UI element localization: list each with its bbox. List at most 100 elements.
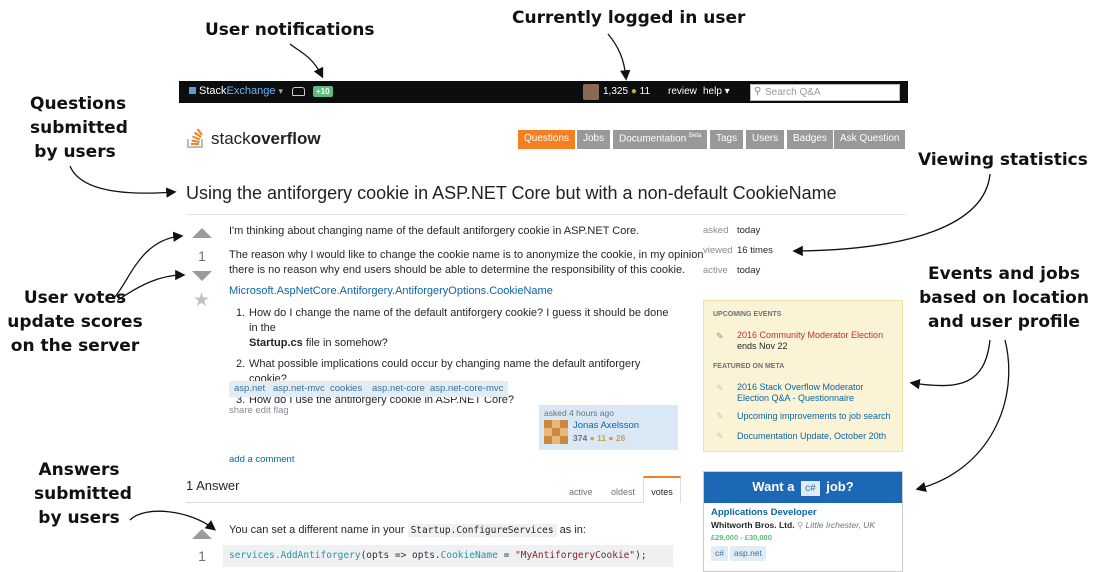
tag-asp-net[interactable]: asp.net	[229, 381, 271, 397]
annotation-answers: Answers submitted by users	[34, 458, 132, 530]
tag-asp-net-core-mvc[interactable]: asp.net-core-mvc	[425, 381, 509, 397]
chevron-down-icon: ▾	[278, 86, 284, 96]
arrow-answers	[129, 510, 217, 531]
stat-asked-label: asked	[703, 225, 729, 236]
annotation-events-jobs: Events and jobs based on location and us…	[916, 262, 1092, 334]
answer-code-block: services.AddAntiforgery(opts => opts.Coo…	[223, 545, 673, 567]
user-avatar[interactable]	[544, 420, 568, 444]
docs-link[interactable]: Microsoft.AspNetCore.Antiforgery.Antifor…	[229, 284, 553, 299]
annotation-user-notifications: User notifications	[205, 20, 375, 40]
meta-icon: ✎	[716, 411, 724, 421]
nav-badges[interactable]: Badges	[787, 130, 833, 149]
question-title[interactable]: Using the antiforgery cookie in ASP.NET …	[186, 183, 837, 204]
meta-link[interactable]: Documentation Update, October 20th	[737, 431, 897, 442]
meta-icon: ✎	[716, 431, 724, 441]
nav-ask-question[interactable]: Ask Question	[834, 130, 906, 149]
search-input[interactable]: ⚲ Search Q&A	[750, 84, 900, 101]
answer-score: 1	[198, 548, 206, 564]
code-string: "MyAntiforgeryCookie"	[515, 550, 636, 561]
tab-votes[interactable]: votes	[643, 476, 681, 503]
post-menu[interactable]: share edit flag	[229, 405, 289, 416]
upcoming-events-heading: UPCOMING EVENTS	[713, 311, 782, 318]
nav-jobs[interactable]: Jobs	[577, 130, 611, 149]
logo-text-stack: stack	[211, 129, 251, 148]
featured-meta-heading: FEATURED ON META	[713, 363, 785, 370]
stackoverflow-logo-icon	[187, 128, 203, 148]
inbox-icon[interactable]	[292, 87, 305, 96]
annotation-line: submitted	[34, 484, 132, 504]
answer-text-b: as in:	[559, 524, 586, 536]
job-location: Little Irchester, UK	[805, 520, 875, 530]
user-name[interactable]: Jonas Axelsson	[573, 420, 639, 431]
annotation-line: and user profile	[928, 312, 1080, 332]
avatar[interactable]	[583, 84, 599, 100]
stat-viewed-value: 16 times	[737, 245, 773, 256]
stackexchange-menu[interactable]: StackExchange ▾	[189, 85, 283, 97]
arrow-jobs	[915, 339, 1010, 493]
jobs-job: job?	[826, 479, 854, 494]
reputation-indicator[interactable]: 1,325 ● 11	[603, 86, 650, 97]
meta-link[interactable]: Upcoming improvements to job search	[737, 411, 897, 422]
nav-users[interactable]: Users	[746, 130, 785, 149]
answer-inline-code: Startup.ConfigureServices	[407, 524, 557, 537]
stat-active-value: today	[737, 265, 761, 276]
meta-icon: ✎	[716, 383, 724, 393]
list-number: 2.	[236, 358, 246, 370]
list-number: 1.	[236, 307, 246, 319]
annotation-line: by users	[38, 508, 120, 528]
tag-cookies[interactable]: cookies	[325, 381, 368, 397]
tag-asp-net-core[interactable]: asp.net-core	[367, 381, 430, 397]
meta-link-line: 2016 Stack Overflow Moderator	[737, 382, 864, 392]
downvote-button[interactable]	[192, 271, 212, 281]
answer-upvote-button[interactable]	[192, 529, 212, 539]
list-text-bold: Startup.cs	[249, 337, 303, 349]
logo-text-overflow: overflow	[250, 129, 321, 148]
answer-text: You can set a different name in your Sta…	[229, 524, 586, 537]
stackexchange-icon	[189, 87, 196, 94]
event-link[interactable]: 2016 Community Moderator Election ends N…	[737, 330, 897, 352]
review-link[interactable]: review	[668, 86, 697, 97]
add-comment-link[interactable]: add a comment	[229, 454, 294, 465]
arrow-events	[909, 339, 991, 390]
favorite-star-icon[interactable]: ★	[193, 289, 210, 312]
search-placeholder: Search Q&A	[765, 87, 821, 98]
job-tag[interactable]: asp.net	[730, 546, 766, 561]
code-eq: =	[497, 550, 516, 561]
job-tag[interactable]: c#	[711, 546, 728, 561]
brand-stack: Stack	[199, 85, 227, 97]
annotation-line: based on location	[919, 288, 1089, 308]
tab-oldest[interactable]: oldest	[611, 487, 635, 497]
jobs-ad-header: Want a c# job?	[704, 472, 902, 503]
arrow-notifications	[289, 43, 324, 79]
annotation-line: Questions	[30, 94, 127, 114]
answer-text-a: You can set a different name in your	[229, 524, 405, 536]
annotation-line: User votes	[23, 288, 127, 308]
jobs-ad[interactable]: Want a c# job? Applications Developer Wh…	[703, 471, 903, 572]
meta-link[interactable]: 2016 Stack Overflow Moderator Election Q…	[737, 382, 897, 404]
tag-asp-net-mvc[interactable]: asp.net-mvc	[268, 381, 330, 397]
question-paragraph-2-line: there is no reason why end users should …	[229, 264, 686, 276]
annotation-currently-logged-in: Currently logged in user	[512, 8, 746, 28]
arrow-logged-in	[607, 33, 631, 81]
question-paragraph-2-line: The reason why I would like to change th…	[229, 249, 704, 261]
user-rep-value: 374	[573, 433, 588, 443]
upvote-button[interactable]	[192, 228, 212, 238]
nav-tags[interactable]: Tags	[710, 130, 744, 149]
search-icon: ⚲	[754, 86, 762, 97]
gold-badge-icon: ●	[630, 86, 637, 97]
event-title: 2016 Community Moderator Election	[737, 330, 884, 340]
job-title[interactable]: Applications Developer	[711, 507, 817, 518]
top-bar: StackExchange ▾ +10 1,325 ● 11 review he…	[179, 81, 908, 103]
brand-exchange: Exchange	[226, 85, 276, 97]
notification-badge[interactable]: +10	[313, 86, 333, 97]
tab-active[interactable]: active	[569, 487, 593, 497]
annotation-line: update scores	[7, 312, 143, 332]
annotation-line: by users	[34, 142, 116, 162]
question-paragraph-2: The reason why I would like to change th…	[229, 248, 704, 278]
nav-documentation[interactable]: Documentation Beta	[613, 130, 708, 149]
nav-questions[interactable]: Questions	[518, 130, 576, 149]
help-menu[interactable]: help ▾	[703, 86, 730, 97]
user-reputation: 374 ● 11 ● 26	[573, 433, 625, 443]
divider	[186, 214, 906, 215]
events-sidebar: UPCOMING EVENTS ✎ 2016 Community Moderat…	[703, 300, 903, 452]
